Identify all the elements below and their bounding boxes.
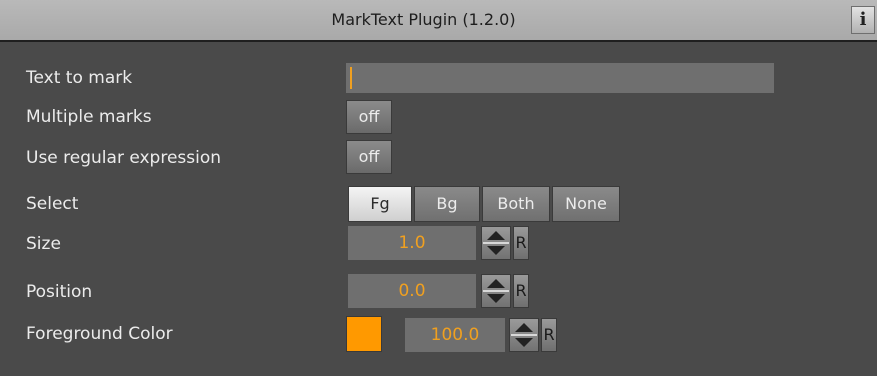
select-label: Select xyxy=(26,194,79,214)
foreground-alpha-field[interactable]: 100.0 xyxy=(405,318,505,352)
plugin-panel: MarkText Plugin (1.2.0) i Text to mark M… xyxy=(0,0,877,376)
foreground-color-label: Foreground Color xyxy=(26,324,173,344)
spinner-divider xyxy=(511,334,537,336)
position-value-field[interactable]: 0.0 xyxy=(348,274,476,308)
select-both-button[interactable]: Both xyxy=(482,186,550,222)
foreground-spinner-icon[interactable] xyxy=(509,318,539,352)
position-reset-button[interactable]: R xyxy=(513,274,529,308)
size-reset-button[interactable]: R xyxy=(513,226,529,260)
spinner-divider xyxy=(483,290,509,292)
multiple-marks-label: Multiple marks xyxy=(26,107,152,127)
panel-title: MarkText Plugin (1.2.0) xyxy=(331,10,516,29)
text-caret xyxy=(350,67,352,89)
size-spinner-icon[interactable] xyxy=(481,226,511,260)
select-bg-button[interactable]: Bg xyxy=(414,186,480,222)
select-none-button[interactable]: None xyxy=(552,186,620,222)
foreground-reset-button[interactable]: R xyxy=(541,318,557,352)
size-value-field[interactable]: 1.0 xyxy=(348,226,476,260)
spinner-up-icon[interactable] xyxy=(487,231,505,240)
text-to-mark-label: Text to mark xyxy=(26,68,133,88)
info-icon[interactable]: i xyxy=(851,6,875,34)
foreground-color-swatch[interactable] xyxy=(346,316,382,352)
spinner-down-icon[interactable] xyxy=(515,338,533,347)
spinner-up-icon[interactable] xyxy=(487,279,505,288)
size-label: Size xyxy=(26,234,61,254)
use-regex-label: Use regular expression xyxy=(26,148,222,168)
use-regex-toggle[interactable]: off xyxy=(346,140,392,174)
multiple-marks-toggle[interactable]: off xyxy=(346,100,392,134)
spinner-down-icon[interactable] xyxy=(487,246,505,255)
position-label: Position xyxy=(26,282,93,302)
spinner-divider xyxy=(483,242,509,244)
select-fg-button[interactable]: Fg xyxy=(348,186,412,222)
text-to-mark-input[interactable] xyxy=(346,63,774,93)
position-spinner-icon[interactable] xyxy=(481,274,511,308)
spinner-up-icon[interactable] xyxy=(515,323,533,332)
title-bar: MarkText Plugin (1.2.0) i xyxy=(0,0,877,42)
spinner-down-icon[interactable] xyxy=(487,294,505,303)
